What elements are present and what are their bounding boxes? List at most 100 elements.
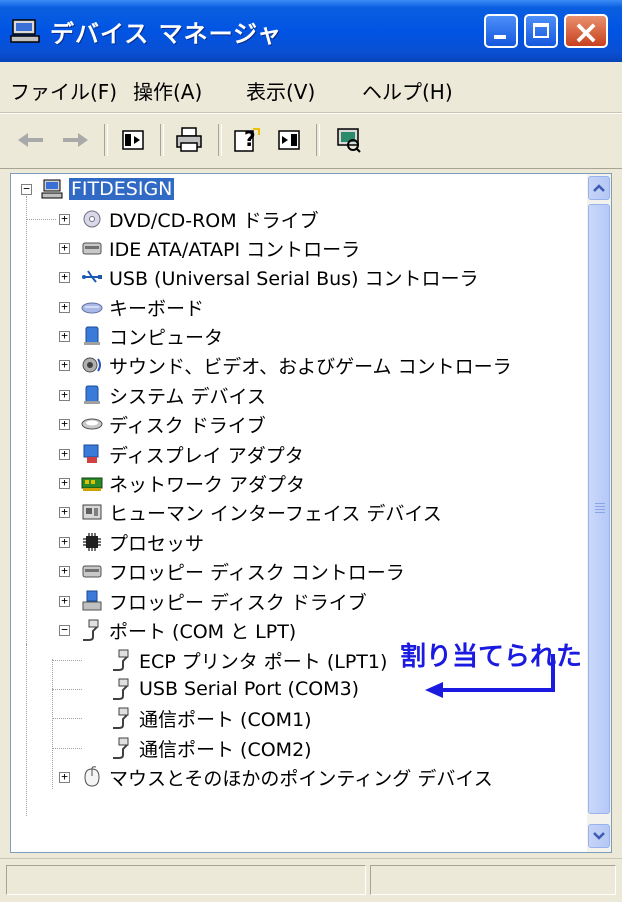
menu-file[interactable]: ファイル(F): [10, 76, 117, 105]
vertical-scrollbar[interactable]: [587, 174, 611, 852]
tree-category[interactable]: + サウンド、ビデオ、およびゲーム コントローラ: [11, 350, 512, 380]
properties-pane-button[interactable]: [116, 123, 150, 157]
port-icon: [113, 649, 129, 671]
forward-button[interactable]: [58, 123, 92, 157]
tree-category[interactable]: + DVD/CD-ROM ドライブ: [11, 204, 319, 234]
menu-view[interactable]: 表示(V): [246, 76, 315, 105]
maximize-icon: [533, 23, 549, 38]
tree-port-item[interactable]: 通信ポート (COM2): [11, 733, 312, 763]
menu-help[interactable]: ヘルプ(H): [362, 76, 453, 105]
status-cell: [6, 865, 366, 895]
maximize-button[interactable]: [524, 14, 558, 48]
expand-icon[interactable]: +: [59, 477, 70, 489]
expand-icon[interactable]: +: [59, 213, 70, 225]
tree-root-label: FITDESIGN: [69, 178, 175, 200]
tree-category[interactable]: + ディスプレイ アダプタ: [11, 439, 304, 469]
help-button[interactable]: ?: [230, 123, 264, 157]
menu-action[interactable]: 操作(A): [133, 76, 202, 105]
tree-item-label: フロッピー ディスク ドライブ: [109, 591, 367, 614]
usb-icon: [82, 270, 102, 283]
expand-icon[interactable]: +: [59, 330, 70, 342]
tree-category[interactable]: + キーボード: [11, 292, 204, 322]
title-bar[interactable]: デバイス マネージャ ×: [0, 0, 622, 62]
disk-drive-icon: [81, 418, 103, 430]
expand-icon[interactable]: +: [59, 448, 70, 460]
expand-icon[interactable]: +: [59, 418, 70, 430]
tree-item-label: ディスプレイ アダプタ: [109, 444, 304, 467]
tree-category[interactable]: + ディスク ドライブ: [11, 409, 266, 439]
window-title: デバイス マネージャ: [50, 20, 282, 48]
expand-icon[interactable]: +: [59, 506, 70, 518]
network-adapter-icon: [81, 477, 103, 491]
tree-item-label: コンピュータ: [109, 326, 224, 349]
scroll-up-button[interactable]: [588, 176, 610, 200]
tree-port-item[interactable]: ECP プリンタ ポート (LPT1): [11, 645, 387, 675]
tree-item-label: 通信ポート (COM1): [139, 708, 312, 731]
collapse-icon[interactable]: −: [59, 624, 70, 636]
toolbar-separator: [316, 124, 320, 156]
tree-item-label: DVD/CD-ROM ドライブ: [109, 209, 319, 232]
tree-item-label: プロセッサ: [109, 532, 205, 555]
display-adapter-icon: [83, 444, 99, 463]
expand-icon[interactable]: +: [59, 301, 70, 313]
tree-root[interactable]: − FITDESIGN: [11, 174, 175, 204]
system-device-icon: [84, 385, 100, 404]
toolbar-separator: [218, 124, 222, 156]
port-icon: [113, 737, 129, 759]
forward-arrow-icon: [63, 133, 88, 147]
scan-hardware-button[interactable]: [332, 123, 366, 157]
minimize-button[interactable]: [484, 14, 518, 48]
tree-category[interactable]: + フロッピー ディスク ドライブ: [11, 586, 367, 616]
tree-item-label: IDE ATA/ATAPI コントローラ: [109, 238, 361, 261]
tree-item-label: USB (Universal Serial Bus) コントローラ: [109, 267, 479, 290]
chevron-down-icon: [593, 832, 605, 840]
back-arrow-icon: [18, 133, 43, 147]
computer-icon: [41, 179, 63, 199]
tree-item-label: ネットワーク アダプタ: [109, 473, 306, 496]
status-bar: [0, 858, 622, 902]
tree-category[interactable]: + USB (Universal Serial Bus) コントローラ: [11, 262, 479, 292]
expand-icon[interactable]: +: [59, 536, 70, 548]
tree-category[interactable]: + ヒューマン インターフェイス デバイス: [11, 497, 442, 527]
scrollbar-thumb[interactable]: [588, 204, 610, 814]
ide-controller-icon: [82, 242, 102, 255]
tree-item-label: フロッピー ディスク コントローラ: [109, 561, 405, 584]
status-cell: [370, 865, 616, 895]
dvd-drive-icon: [83, 210, 101, 228]
scroll-down-button[interactable]: [588, 824, 610, 848]
print-button[interactable]: [172, 123, 206, 157]
close-button[interactable]: ×: [564, 13, 608, 51]
expand-icon[interactable]: +: [59, 271, 70, 283]
expand-icon[interactable]: +: [59, 242, 70, 254]
minimize-icon: [494, 35, 506, 39]
tree-item-label: USB Serial Port (COM3): [139, 678, 360, 700]
tree-category[interactable]: + コンピュータ: [11, 321, 223, 351]
tree-category[interactable]: + IDE ATA/ATAPI コントローラ: [11, 233, 360, 263]
processor-icon: [83, 533, 101, 551]
show-hide-pane-button[interactable]: [272, 123, 306, 157]
tree-category[interactable]: + ネットワーク アダプタ: [11, 468, 305, 498]
expand-icon[interactable]: +: [59, 565, 70, 577]
tree-port-item[interactable]: USB Serial Port (COM3): [11, 674, 359, 704]
mouse-icon: [84, 766, 100, 787]
toolbar-separator: [104, 124, 108, 156]
expand-icon[interactable]: +: [59, 389, 70, 401]
tree-item-label: 通信ポート (COM2): [139, 738, 312, 761]
tree-port-item[interactable]: 通信ポート (COM1): [11, 703, 312, 733]
expand-icon[interactable]: +: [59, 595, 70, 607]
svg-text:?: ?: [244, 127, 256, 151]
expand-icon[interactable]: +: [59, 359, 70, 371]
floppy-controller-icon: [82, 565, 102, 578]
expand-icon[interactable]: +: [59, 771, 70, 783]
tree-category[interactable]: + プロセッサ: [11, 527, 204, 557]
tree-category[interactable]: + マウスとそのほかのポインティング デバイス: [11, 762, 493, 792]
collapse-icon[interactable]: −: [21, 183, 32, 195]
tree-category-ports[interactable]: − ポート (COM と LPT): [11, 615, 296, 645]
tree-category[interactable]: + フロッピー ディスク コントローラ: [11, 556, 405, 586]
help-icon: ?: [234, 127, 260, 152]
device-tree-pane[interactable]: − FITDESIGN + DVD/CD-ROM ドライブ + IDE ATA/…: [10, 173, 612, 853]
tree-item-label: サウンド、ビデオ、およびゲーム コントローラ: [109, 355, 512, 378]
port-icon: [113, 678, 129, 700]
back-button[interactable]: [14, 123, 48, 157]
tree-category[interactable]: + システム デバイス: [11, 380, 266, 410]
